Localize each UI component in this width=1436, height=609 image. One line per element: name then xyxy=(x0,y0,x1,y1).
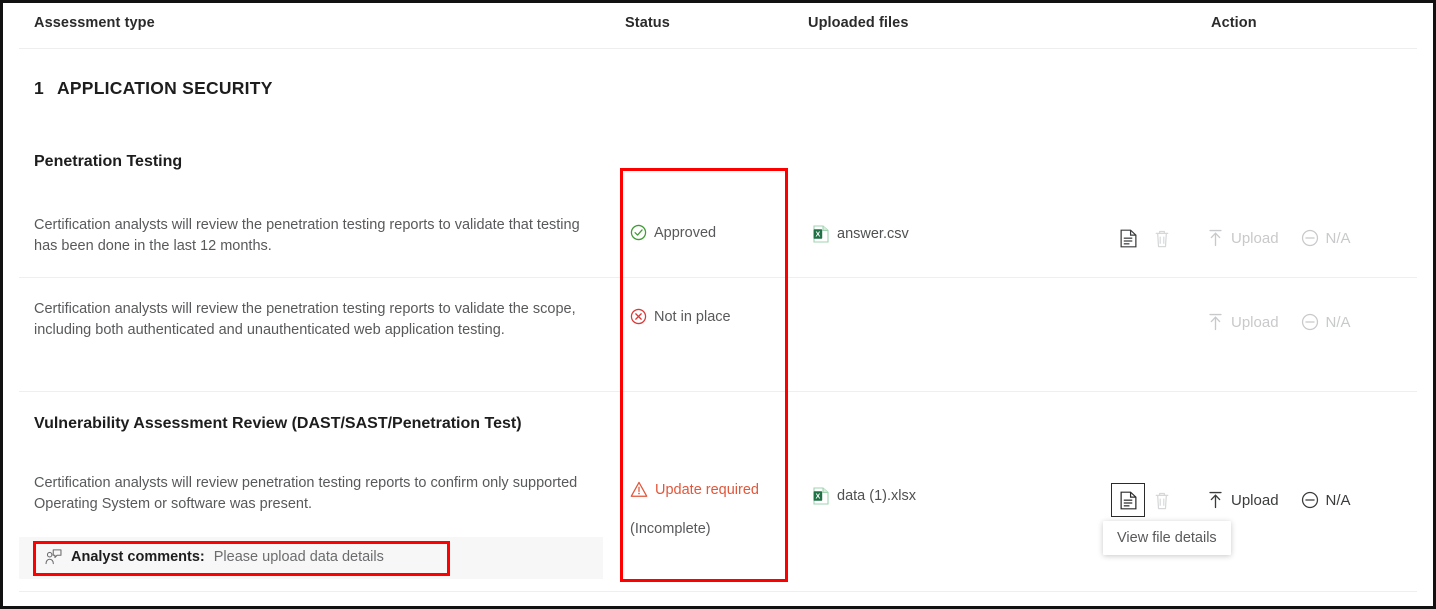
group-heading-vulnerability-assessment-review: Vulnerability Assessment Review (DAST/SA… xyxy=(34,415,522,433)
na-button[interactable]: N/A xyxy=(1301,229,1351,247)
status-label: Update required xyxy=(655,482,759,498)
circle-minus-icon xyxy=(1301,313,1319,331)
svg-text:X: X xyxy=(816,229,821,238)
check-circle-icon xyxy=(630,224,647,241)
column-header-action: Action xyxy=(1211,15,1257,31)
excel-file-icon: X xyxy=(813,225,829,243)
action-placeholder xyxy=(1111,305,1145,339)
view-file-details-tooltip: View file details xyxy=(1103,521,1231,555)
warning-triangle-icon xyxy=(630,481,648,498)
excel-file-icon: X xyxy=(813,487,829,505)
upload-label: Upload xyxy=(1231,492,1279,509)
row-actions: Upload N/A xyxy=(1111,221,1373,255)
uploaded-file-item[interactable]: X data (1).xlsx xyxy=(813,487,916,505)
view-file-details-button[interactable] xyxy=(1111,483,1145,517)
analyst-comments: Analyst comments: Please upload data det… xyxy=(45,549,384,565)
analyst-comments-label: Analyst comments: xyxy=(71,549,205,565)
column-header-uploaded-files: Uploaded files xyxy=(808,15,909,31)
status-badge-not-in-place: Not in place xyxy=(630,308,731,325)
status-badge-update-required: Update required xyxy=(630,481,759,498)
uploaded-file-name: data (1).xlsx xyxy=(837,488,916,504)
delete-file-button[interactable] xyxy=(1145,483,1179,517)
table-header: Assessment type Status Uploaded files Ac… xyxy=(3,3,1433,43)
section-title-text: APPLICATION SECURITY xyxy=(57,78,273,98)
upload-button[interactable]: Upload xyxy=(1207,229,1279,247)
uploaded-file-name: answer.csv xyxy=(837,226,909,242)
na-label: N/A xyxy=(1326,314,1351,331)
status-label: Not in place xyxy=(654,309,731,325)
section-number: 1 xyxy=(34,78,44,98)
upload-label: Upload xyxy=(1231,314,1279,331)
person-comment-icon xyxy=(45,549,62,565)
delete-file-button[interactable] xyxy=(1145,221,1179,255)
row-divider xyxy=(19,591,1417,592)
analyst-comments-value: Please upload data details xyxy=(214,549,384,565)
action-placeholder xyxy=(1145,305,1179,339)
upload-button[interactable]: Upload xyxy=(1207,491,1279,509)
uploaded-file-item[interactable]: X answer.csv xyxy=(813,225,909,243)
group-heading-penetration-testing: Penetration Testing xyxy=(34,153,182,171)
section-heading: 1 APPLICATION SECURITY xyxy=(34,78,273,99)
header-divider xyxy=(19,48,1417,49)
na-label: N/A xyxy=(1326,230,1351,247)
screenshot-frame: Assessment type Status Uploaded files Ac… xyxy=(0,0,1436,609)
na-button[interactable]: N/A xyxy=(1301,491,1351,509)
row-description: Certification analysts will review the p… xyxy=(34,215,604,257)
status-sublabel: (Incomplete) xyxy=(630,521,711,537)
row-divider xyxy=(19,391,1417,392)
assessment-table: Assessment type Status Uploaded files Ac… xyxy=(3,3,1433,606)
error-circle-icon xyxy=(630,308,647,325)
upload-arrow-icon xyxy=(1207,229,1224,247)
status-badge-approved: Approved xyxy=(630,224,716,241)
view-file-details-button[interactable] xyxy=(1111,221,1145,255)
status-label: Approved xyxy=(654,225,716,241)
upload-arrow-icon xyxy=(1207,313,1224,331)
row-description: Certification analysts will review penet… xyxy=(34,473,604,515)
upload-arrow-icon xyxy=(1207,491,1224,509)
row-description: Certification analysts will review the p… xyxy=(34,299,604,341)
circle-minus-icon xyxy=(1301,491,1319,509)
upload-label: Upload xyxy=(1231,230,1279,247)
row-actions: Upload N/A xyxy=(1111,483,1373,517)
column-header-status: Status xyxy=(625,15,670,31)
row-actions: Upload N/A xyxy=(1111,305,1373,339)
na-label: N/A xyxy=(1326,492,1351,509)
row-divider xyxy=(19,277,1417,278)
svg-text:X: X xyxy=(816,491,821,500)
column-header-assessment-type: Assessment type xyxy=(34,15,155,31)
na-button[interactable]: N/A xyxy=(1301,313,1351,331)
upload-button[interactable]: Upload xyxy=(1207,313,1279,331)
circle-minus-icon xyxy=(1301,229,1319,247)
